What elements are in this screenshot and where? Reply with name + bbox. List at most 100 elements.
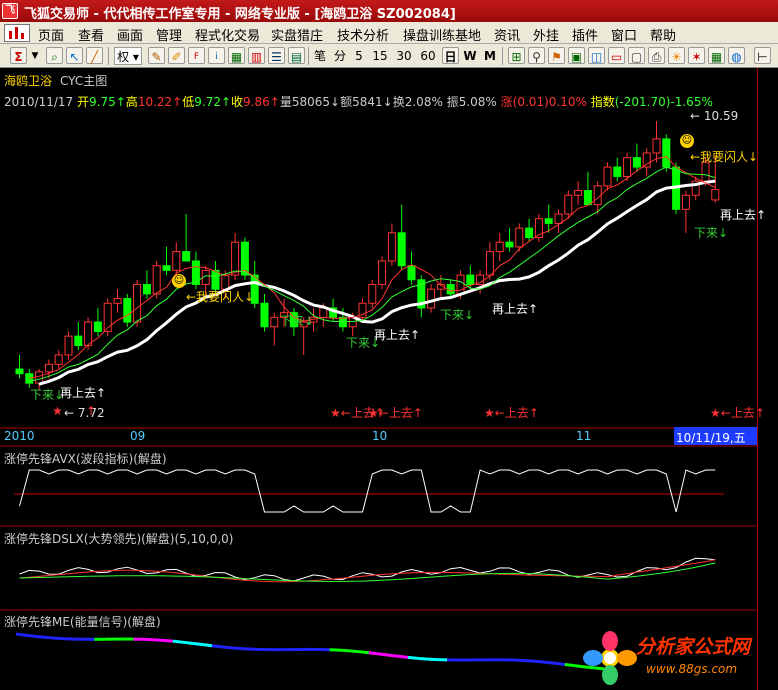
- me-segment: [535, 659, 546, 664]
- table-icon[interactable]: ▤: [288, 47, 305, 64]
- candle-down: [93, 321, 102, 332]
- cursor-icon[interactable]: ↖: [66, 47, 83, 64]
- monitor-icon[interactable]: ▭: [608, 47, 625, 64]
- menu-technical-analysis[interactable]: 技术分析: [337, 25, 389, 44]
- chart-area[interactable]: 海鸥卫浴 CYC主图 2010/11/17 开9.75↑高10.22↑低9.72…: [0, 68, 778, 690]
- calendar-icon[interactable]: ▦: [708, 47, 725, 64]
- date-axis-label: 10: [372, 429, 388, 443]
- kline-chart[interactable]: [0, 68, 778, 690]
- menu-screen[interactable]: 画面: [117, 25, 143, 44]
- candle-up: [701, 161, 710, 182]
- zoom-icon[interactable]: ⊞: [508, 47, 525, 64]
- me-segment: [162, 638, 173, 643]
- screen-icon[interactable]: ▢: [628, 47, 645, 64]
- magnifier-icon[interactable]: ⚲: [528, 47, 545, 64]
- layout-icon[interactable]: ▣: [568, 47, 585, 64]
- me-segment: [172, 639, 183, 644]
- info-icon[interactable]: i: [208, 47, 225, 64]
- me-segment: [545, 660, 556, 665]
- candle-down: [25, 373, 34, 384]
- f10-icon[interactable]: F: [188, 47, 205, 64]
- candle-down: [260, 302, 269, 328]
- candle-up: [231, 241, 240, 276]
- brush-icon[interactable]: ✐: [168, 47, 185, 64]
- candle-up: [368, 283, 377, 304]
- candle-up: [564, 194, 573, 215]
- annotation-flash: ←我要闪人↓: [690, 150, 759, 164]
- quote-line: 2010/11/17 开9.75↑高10.22↑低9.72↑收9.86↑量580…: [4, 95, 713, 109]
- candle-up: [152, 265, 161, 295]
- menu-help[interactable]: 帮助: [650, 25, 676, 44]
- candle-down: [662, 138, 671, 168]
- menu-manage[interactable]: 管理: [156, 25, 182, 44]
- alarm-icon[interactable]: ⚑: [548, 47, 565, 64]
- menu-plugins[interactable]: 插件: [572, 25, 598, 44]
- candle-down: [142, 283, 151, 295]
- menu-bar: 页面 查看 画面 管理 程式化交易 实盘猎庄 技术分析 操盘训练基地 资讯 外挂…: [0, 22, 778, 44]
- period-day[interactable]: 日: [442, 47, 459, 64]
- globe-icon[interactable]: ◍: [728, 47, 745, 64]
- period-30min[interactable]: 30: [394, 47, 414, 65]
- menu-page[interactable]: 页面: [38, 25, 64, 44]
- me-segment: [15, 632, 26, 637]
- avx-panel-title[interactable]: 涨停先锋AVX(波段指标)(解盘): [4, 450, 167, 467]
- pin-icon[interactable]: ⊢: [754, 47, 771, 64]
- annotation-down: 下来↓: [694, 226, 729, 240]
- app-icon: 飞: [2, 3, 18, 19]
- me-panel-title[interactable]: 涨停先锋ME(能量信号)(解盘): [4, 613, 161, 630]
- sun-icon[interactable]: ☀: [668, 47, 685, 64]
- indicator-name[interactable]: CYC主图: [60, 72, 107, 89]
- me-segment: [153, 638, 164, 642]
- period-5min[interactable]: 5: [352, 47, 366, 65]
- price-high-label: ← 10.59: [690, 109, 739, 123]
- menu-view[interactable]: 查看: [78, 25, 104, 44]
- pencil-icon[interactable]: ✎: [148, 47, 165, 64]
- menu-window[interactable]: 窗口: [611, 25, 637, 44]
- right-price-axis[interactable]: [757, 68, 778, 690]
- period-60min[interactable]: 60: [418, 47, 438, 65]
- stock-search-icon[interactable]: ⌕: [46, 47, 63, 64]
- candle-down: [632, 157, 641, 168]
- draw-line-icon[interactable]: ╱: [86, 47, 103, 64]
- me-segment: [231, 646, 242, 651]
- candle-up: [378, 260, 387, 285]
- period-tick[interactable]: 笔: [312, 47, 328, 65]
- grid-icon[interactable]: ▦: [228, 47, 245, 64]
- period-month[interactable]: M: [482, 47, 498, 65]
- dropdown-arrow-icon[interactable]: ▼: [30, 47, 40, 65]
- annotation-down: 下来↓: [440, 308, 475, 322]
- menu-training-base[interactable]: 操盘训练基地: [403, 25, 481, 44]
- annotation-up: ★←上去↑: [484, 406, 539, 420]
- chart-logo-icon[interactable]: [4, 24, 30, 42]
- rights-select[interactable]: 权 ▾: [114, 47, 142, 65]
- candle-down: [525, 227, 534, 239]
- candle-up: [172, 251, 181, 271]
- candle-up: [652, 138, 661, 154]
- candle-up: [270, 316, 279, 328]
- me-segment: [358, 650, 369, 655]
- menu-programmed-trading[interactable]: 程式化交易: [195, 25, 260, 44]
- menu-news[interactable]: 资讯: [494, 25, 520, 44]
- period-week[interactable]: W: [462, 47, 478, 65]
- menu-plugins-external[interactable]: 外挂: [533, 25, 559, 44]
- sigma-icon[interactable]: Σ: [10, 47, 27, 64]
- period-15min[interactable]: 15: [370, 47, 390, 65]
- star-icon[interactable]: ✶: [688, 47, 705, 64]
- chart-icon[interactable]: ▥: [248, 47, 265, 64]
- dslx-panel-title[interactable]: 涨停先锋DSLX(大势领先)(解盘)(5,10,0,0): [4, 530, 233, 547]
- period-minute[interactable]: 分: [332, 47, 348, 65]
- candle-up: [574, 190, 583, 196]
- window-icon[interactable]: ◫: [588, 47, 605, 64]
- candle-up: [642, 152, 651, 168]
- me-segment: [35, 634, 46, 639]
- me-segment: [378, 652, 389, 657]
- candle-up: [35, 371, 44, 384]
- candle-down: [15, 368, 24, 375]
- me-segment: [25, 633, 36, 638]
- flower-logo-icon: [583, 631, 637, 685]
- menu-live-hunt[interactable]: 实盘猎庄: [271, 25, 323, 44]
- candle-up: [554, 213, 563, 224]
- print-icon[interactable]: ⎙: [648, 47, 665, 64]
- list-icon[interactable]: ☰: [268, 47, 285, 64]
- stock-name[interactable]: 海鸥卫浴: [4, 72, 52, 89]
